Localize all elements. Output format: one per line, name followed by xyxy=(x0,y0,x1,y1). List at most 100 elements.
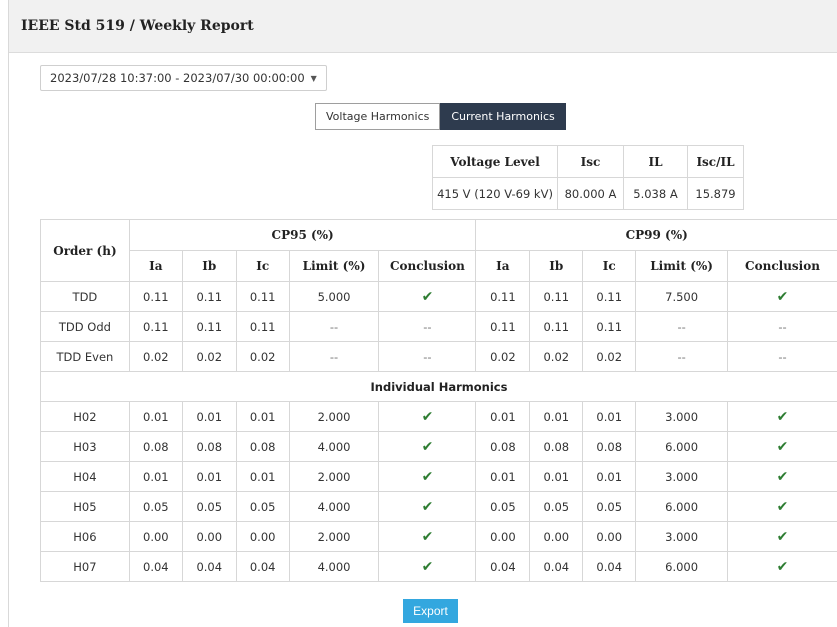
cp99-ic-header: Ic xyxy=(582,250,637,282)
cell-cp99-2: 0.04 xyxy=(582,551,637,582)
check-icon: ✔ xyxy=(378,521,477,552)
cell-cp95-3: 2.000 xyxy=(288,401,380,432)
check-icon: ✔ xyxy=(727,521,837,552)
cell-order: TDD Odd xyxy=(40,311,130,342)
check-icon: ✔ xyxy=(378,491,477,522)
cell-cp95-2: 0.01 xyxy=(235,401,290,432)
cell-cp99-3: 6.000 xyxy=(635,551,729,582)
cell-cp95-0: 0.04 xyxy=(128,551,183,582)
panel-header: IEEE Std 519 / Weekly Report xyxy=(9,0,837,53)
cell-cp99-0: 0.11 xyxy=(475,281,531,312)
cell-cp99-0: 0.00 xyxy=(475,521,531,552)
table-row: TDD Odd 0.11 0.11 0.11 -- -- 0.11 0.11 0.11 -- -- xyxy=(40,311,837,342)
order-header: Order (h) xyxy=(40,219,130,282)
table-row: H03 0.08 0.08 0.08 4.000 ✔ 0.08 0.08 0.08 6.000 ✔ xyxy=(40,431,837,462)
table-row: TDD Even 0.02 0.02 0.02 -- -- 0.02 0.02 0.02 -- -- xyxy=(40,341,837,372)
cell-cp95-1: 0.00 xyxy=(181,521,237,552)
tdd-rows: TDD 0.11 0.11 0.11 5.000 ✔ 0.11 0.11 0.11 7.500 ✔ T… xyxy=(40,281,837,372)
cp99-ia-header: Ia xyxy=(475,250,531,282)
cell-order: TDD xyxy=(40,281,130,312)
check-icon: ✔ xyxy=(727,551,837,582)
section-divider: Individual Harmonics xyxy=(40,371,837,402)
cell-cp99-1: 0.11 xyxy=(529,281,584,312)
cell-order: H06 xyxy=(40,521,130,552)
cell-cp99-2: 0.11 xyxy=(582,311,637,342)
summary-voltage-level: 415 V (120 V-69 kV) xyxy=(432,177,558,210)
report-panel: IEEE Std 519 / Weekly Report 2023/07/28 … xyxy=(8,0,837,627)
summary-isc-il: 15.879 xyxy=(687,177,744,210)
cell-cp99-0: 0.04 xyxy=(475,551,531,582)
cell-cp99-3: -- xyxy=(635,311,729,342)
cell-cp99-1: 0.04 xyxy=(529,551,584,582)
cell-cp99-2: 0.01 xyxy=(582,401,637,432)
cell-cp95-1: 0.04 xyxy=(181,551,237,582)
cell-cp95-2: 0.02 xyxy=(235,341,290,372)
cell-cp99-3: 6.000 xyxy=(635,491,729,522)
cp99-ib-header: Ib xyxy=(529,250,584,282)
cell-cp95-1: 0.02 xyxy=(181,341,237,372)
cell-cp95-2: 0.04 xyxy=(235,551,290,582)
cell-order: H04 xyxy=(40,461,130,492)
check-icon: ✔ xyxy=(378,281,477,312)
table-row: H04 0.01 0.01 0.01 2.000 ✔ 0.01 0.01 0.01 3.000 ✔ xyxy=(40,461,837,492)
cell-cp99-2: 0.01 xyxy=(582,461,637,492)
voltage-harmonics-tab[interactable]: Voltage Harmonics xyxy=(315,103,441,130)
cell-cp99-2: 0.02 xyxy=(582,341,637,372)
cell-cp99-2: 0.05 xyxy=(582,491,637,522)
cell-cp95-3: -- xyxy=(288,341,380,372)
cp95-limit-header: Limit (%) xyxy=(288,250,380,282)
cell-cp99-0: 0.02 xyxy=(475,341,531,372)
cell-cp95-1: 0.01 xyxy=(181,461,237,492)
summary-header-isc: Isc xyxy=(557,145,624,178)
harmonics-toggle: Voltage Harmonics Current Harmonics xyxy=(315,103,566,130)
cell-cp95-4: -- xyxy=(378,341,477,372)
cell-order: TDD Even xyxy=(40,341,130,372)
cell-cp95-0: 0.01 xyxy=(128,401,183,432)
cell-cp95-2: 0.08 xyxy=(235,431,290,462)
cell-cp99-3: 7.500 xyxy=(635,281,729,312)
cell-cp99-0: 0.08 xyxy=(475,431,531,462)
cp95-ia-header: Ia xyxy=(128,250,183,282)
summary-header-isc-il: Isc/IL xyxy=(687,145,744,178)
cell-cp99-0: 0.11 xyxy=(475,311,531,342)
cell-cp95-1: 0.01 xyxy=(181,401,237,432)
cell-cp99-1: 0.01 xyxy=(529,401,584,432)
cell-cp95-3: -- xyxy=(288,311,380,342)
date-range-value: 2023/07/28 10:37:00 - 2023/07/30 00:00:0… xyxy=(50,71,305,85)
cell-cp99-2: 0.11 xyxy=(582,281,637,312)
cell-cp95-1: 0.08 xyxy=(181,431,237,462)
cell-cp95-2: 0.11 xyxy=(235,281,290,312)
cell-cp99-4: -- xyxy=(727,341,837,372)
cell-cp95-0: 0.00 xyxy=(128,521,183,552)
check-icon: ✔ xyxy=(727,491,837,522)
summary-header-il: IL xyxy=(623,145,688,178)
export-button[interactable]: Export xyxy=(403,599,458,623)
cell-order: H07 xyxy=(40,551,130,582)
cell-cp95-3: 4.000 xyxy=(288,431,380,462)
cell-cp99-3: 3.000 xyxy=(635,521,729,552)
cell-cp95-2: 0.01 xyxy=(235,461,290,492)
table-row: H07 0.04 0.04 0.04 4.000 ✔ 0.04 0.04 0.04 6.000 ✔ xyxy=(40,551,837,582)
cell-cp95-0: 0.01 xyxy=(128,461,183,492)
cell-cp95-0: 0.05 xyxy=(128,491,183,522)
cell-cp99-1: 0.01 xyxy=(529,461,584,492)
cp99-limit-header: Limit (%) xyxy=(635,250,729,282)
individual-harmonics-label: Individual Harmonics xyxy=(40,371,837,402)
caret-down-icon: ▼ xyxy=(310,73,317,83)
cell-cp95-3: 2.000 xyxy=(288,461,380,492)
check-icon: ✔ xyxy=(378,401,477,432)
check-icon: ✔ xyxy=(727,401,837,432)
cell-cp99-3: 3.000 xyxy=(635,461,729,492)
table-row: TDD 0.11 0.11 0.11 5.000 ✔ 0.11 0.11 0.11 7.500 ✔ xyxy=(40,281,837,312)
current-harmonics-tab[interactable]: Current Harmonics xyxy=(440,103,566,130)
table-row: H02 0.01 0.01 0.01 2.000 ✔ 0.01 0.01 0.01 3.000 ✔ xyxy=(40,401,837,432)
date-range-dropdown[interactable]: 2023/07/28 10:37:00 - 2023/07/30 00:00:0… xyxy=(40,65,327,91)
cell-order: H03 xyxy=(40,431,130,462)
check-icon: ✔ xyxy=(727,431,837,462)
cell-cp95-2: 0.00 xyxy=(235,521,290,552)
cell-cp99-0: 0.05 xyxy=(475,491,531,522)
cell-cp99-0: 0.01 xyxy=(475,401,531,432)
cell-cp95-3: 5.000 xyxy=(288,281,380,312)
cp95-ib-header: Ib xyxy=(181,250,237,282)
cell-cp95-1: 0.11 xyxy=(181,281,237,312)
